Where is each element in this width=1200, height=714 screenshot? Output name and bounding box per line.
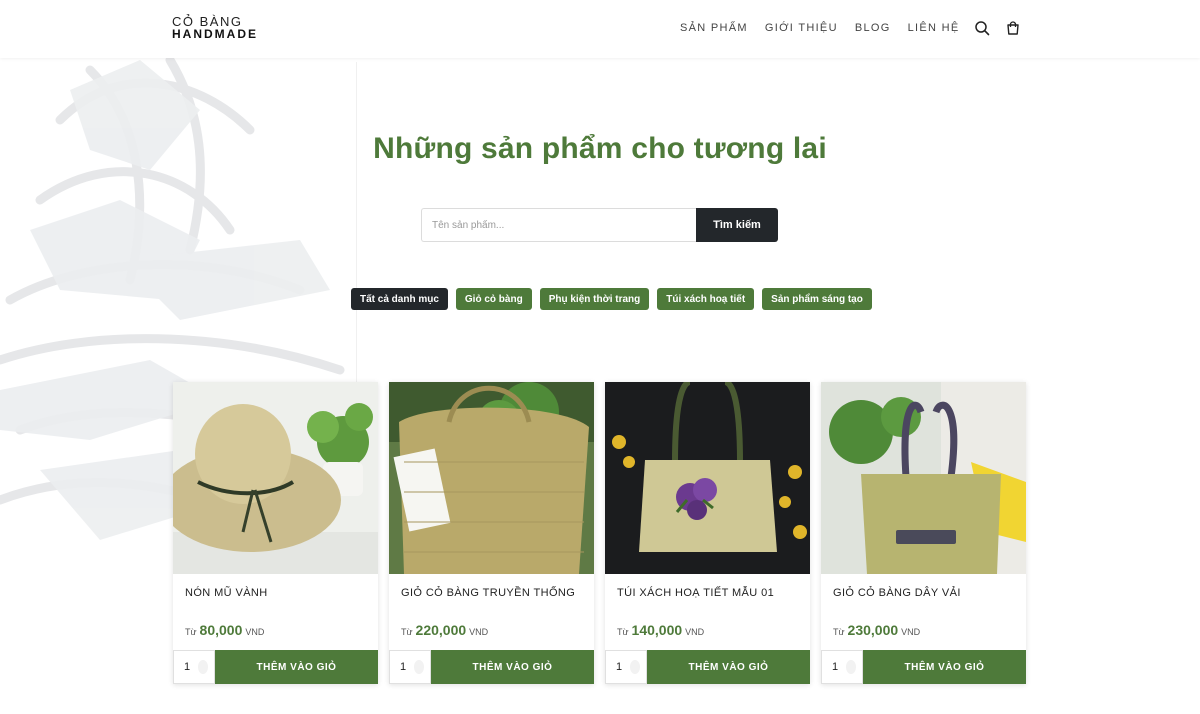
- quantity-spinner-icon[interactable]: [630, 660, 640, 674]
- cart-icon[interactable]: [1005, 20, 1021, 36]
- product-card: TÚI XÁCH HOẠ TIẾT MẪU 01 Từ 140,000 VND …: [605, 382, 810, 684]
- nav-item-about[interactable]: GIỚI THIỆU: [765, 22, 838, 34]
- product-name[interactable]: NÓN MŨ VÀNH: [185, 587, 268, 599]
- product-actions: 1 THÊM VÀO GIỎ: [389, 650, 594, 684]
- quantity-spinner-icon[interactable]: [846, 660, 856, 674]
- price-value: 80,000: [199, 622, 243, 638]
- brand-name-line2: HANDMADE: [172, 27, 258, 41]
- site-header: CỎ BÀNG HANDMADE SẢN PHẨM GIỚI THIỆU BLO…: [0, 0, 1200, 58]
- brand-logo[interactable]: CỎ BÀNG HANDMADE: [172, 15, 258, 41]
- price-currency: VND: [469, 627, 489, 637]
- search-button[interactable]: Tìm kiếm: [696, 208, 778, 242]
- quantity-value: 1: [184, 661, 191, 673]
- fabric-strap-basket-photo[interactable]: [821, 382, 1026, 574]
- price-currency: VND: [901, 627, 921, 637]
- category-chip-creative-products[interactable]: Sản phẩm sáng tạo: [762, 288, 872, 310]
- add-to-cart-button[interactable]: THÊM VÀO GIỎ: [647, 650, 810, 684]
- price-prefix: Từ: [185, 627, 197, 637]
- quantity-stepper[interactable]: 1: [389, 650, 431, 684]
- product-actions: 1 THÊM VÀO GIỎ: [821, 650, 1026, 684]
- category-filters: Tất cả danh mục Giỏ cỏ bàng Phụ kiện thờ…: [351, 288, 872, 310]
- nav-item-contact[interactable]: LIÊN HỆ: [908, 22, 960, 34]
- product-card: GIỎ CỎ BÀNG TRUYỀN THỐNG Từ 220,000 VND …: [389, 382, 594, 684]
- product-card: GIỎ CỎ BÀNG DÂY VẢI Từ 230,000 VND 1 THÊ…: [821, 382, 1026, 684]
- price-prefix: Từ: [401, 627, 413, 637]
- page-title: Những sản phẩm cho tương lai: [373, 132, 827, 165]
- price-currency: VND: [245, 627, 265, 637]
- category-chip-baskets[interactable]: Giỏ cỏ bàng: [455, 288, 532, 310]
- patterned-handbag-photo[interactable]: [605, 382, 810, 574]
- price-prefix: Từ: [833, 627, 845, 637]
- price-value: 230,000: [847, 622, 899, 638]
- category-chip-fashion-accessories[interactable]: Phụ kiện thời trang: [539, 288, 650, 310]
- product-price: Từ 140,000 VND: [617, 622, 704, 638]
- quantity-value: 1: [616, 661, 623, 673]
- quantity-spinner-icon[interactable]: [414, 660, 424, 674]
- search-icon[interactable]: [974, 20, 990, 36]
- add-to-cart-button[interactable]: THÊM VÀO GIỎ: [431, 650, 594, 684]
- price-prefix: Từ: [617, 627, 629, 637]
- add-to-cart-button[interactable]: THÊM VÀO GIỎ: [863, 650, 1026, 684]
- product-card: NÓN MŨ VÀNH Từ 80,000 VND 1 THÊM VÀO GIỎ: [173, 382, 378, 684]
- product-price: Từ 230,000 VND: [833, 622, 920, 638]
- product-search-form: Tìm kiếm: [421, 208, 778, 242]
- nav-item-blog[interactable]: BLOG: [855, 22, 891, 34]
- product-grid: NÓN MŨ VÀNH Từ 80,000 VND 1 THÊM VÀO GIỎ: [173, 382, 1026, 684]
- quantity-stepper[interactable]: 1: [173, 650, 215, 684]
- category-chip-all[interactable]: Tất cả danh mục: [351, 288, 448, 310]
- quantity-value: 1: [832, 661, 839, 673]
- product-price: Từ 80,000 VND: [185, 622, 264, 638]
- quantity-value: 1: [400, 661, 407, 673]
- quantity-stepper[interactable]: 1: [605, 650, 647, 684]
- product-name[interactable]: GIỎ CỎ BÀNG DÂY VẢI: [833, 587, 961, 599]
- nav-item-products[interactable]: SẢN PHẨM: [680, 22, 748, 34]
- price-currency: VND: [685, 627, 705, 637]
- add-to-cart-button[interactable]: THÊM VÀO GIỎ: [215, 650, 378, 684]
- product-name[interactable]: GIỎ CỎ BÀNG TRUYỀN THỐNG: [401, 587, 575, 599]
- price-value: 220,000: [415, 622, 467, 638]
- main-content: Những sản phẩm cho tương lai Tìm kiếm Tấ…: [0, 58, 1200, 714]
- quantity-spinner-icon[interactable]: [198, 660, 208, 674]
- quantity-stepper[interactable]: 1: [821, 650, 863, 684]
- product-actions: 1 THÊM VÀO GIỎ: [173, 650, 378, 684]
- main-nav: SẢN PHẨM GIỚI THIỆU BLOG LIÊN HỆ: [680, 22, 960, 34]
- search-input[interactable]: [421, 208, 696, 242]
- category-chip-patterned-bags[interactable]: Túi xách hoạ tiết: [657, 288, 755, 310]
- price-value: 140,000: [631, 622, 683, 638]
- woven-basket-photo[interactable]: [389, 382, 594, 574]
- product-actions: 1 THÊM VÀO GIỎ: [605, 650, 810, 684]
- straw-hat-photo[interactable]: [173, 382, 378, 574]
- product-price: Từ 220,000 VND: [401, 622, 488, 638]
- product-name[interactable]: TÚI XÁCH HOẠ TIẾT MẪU 01: [617, 587, 774, 599]
